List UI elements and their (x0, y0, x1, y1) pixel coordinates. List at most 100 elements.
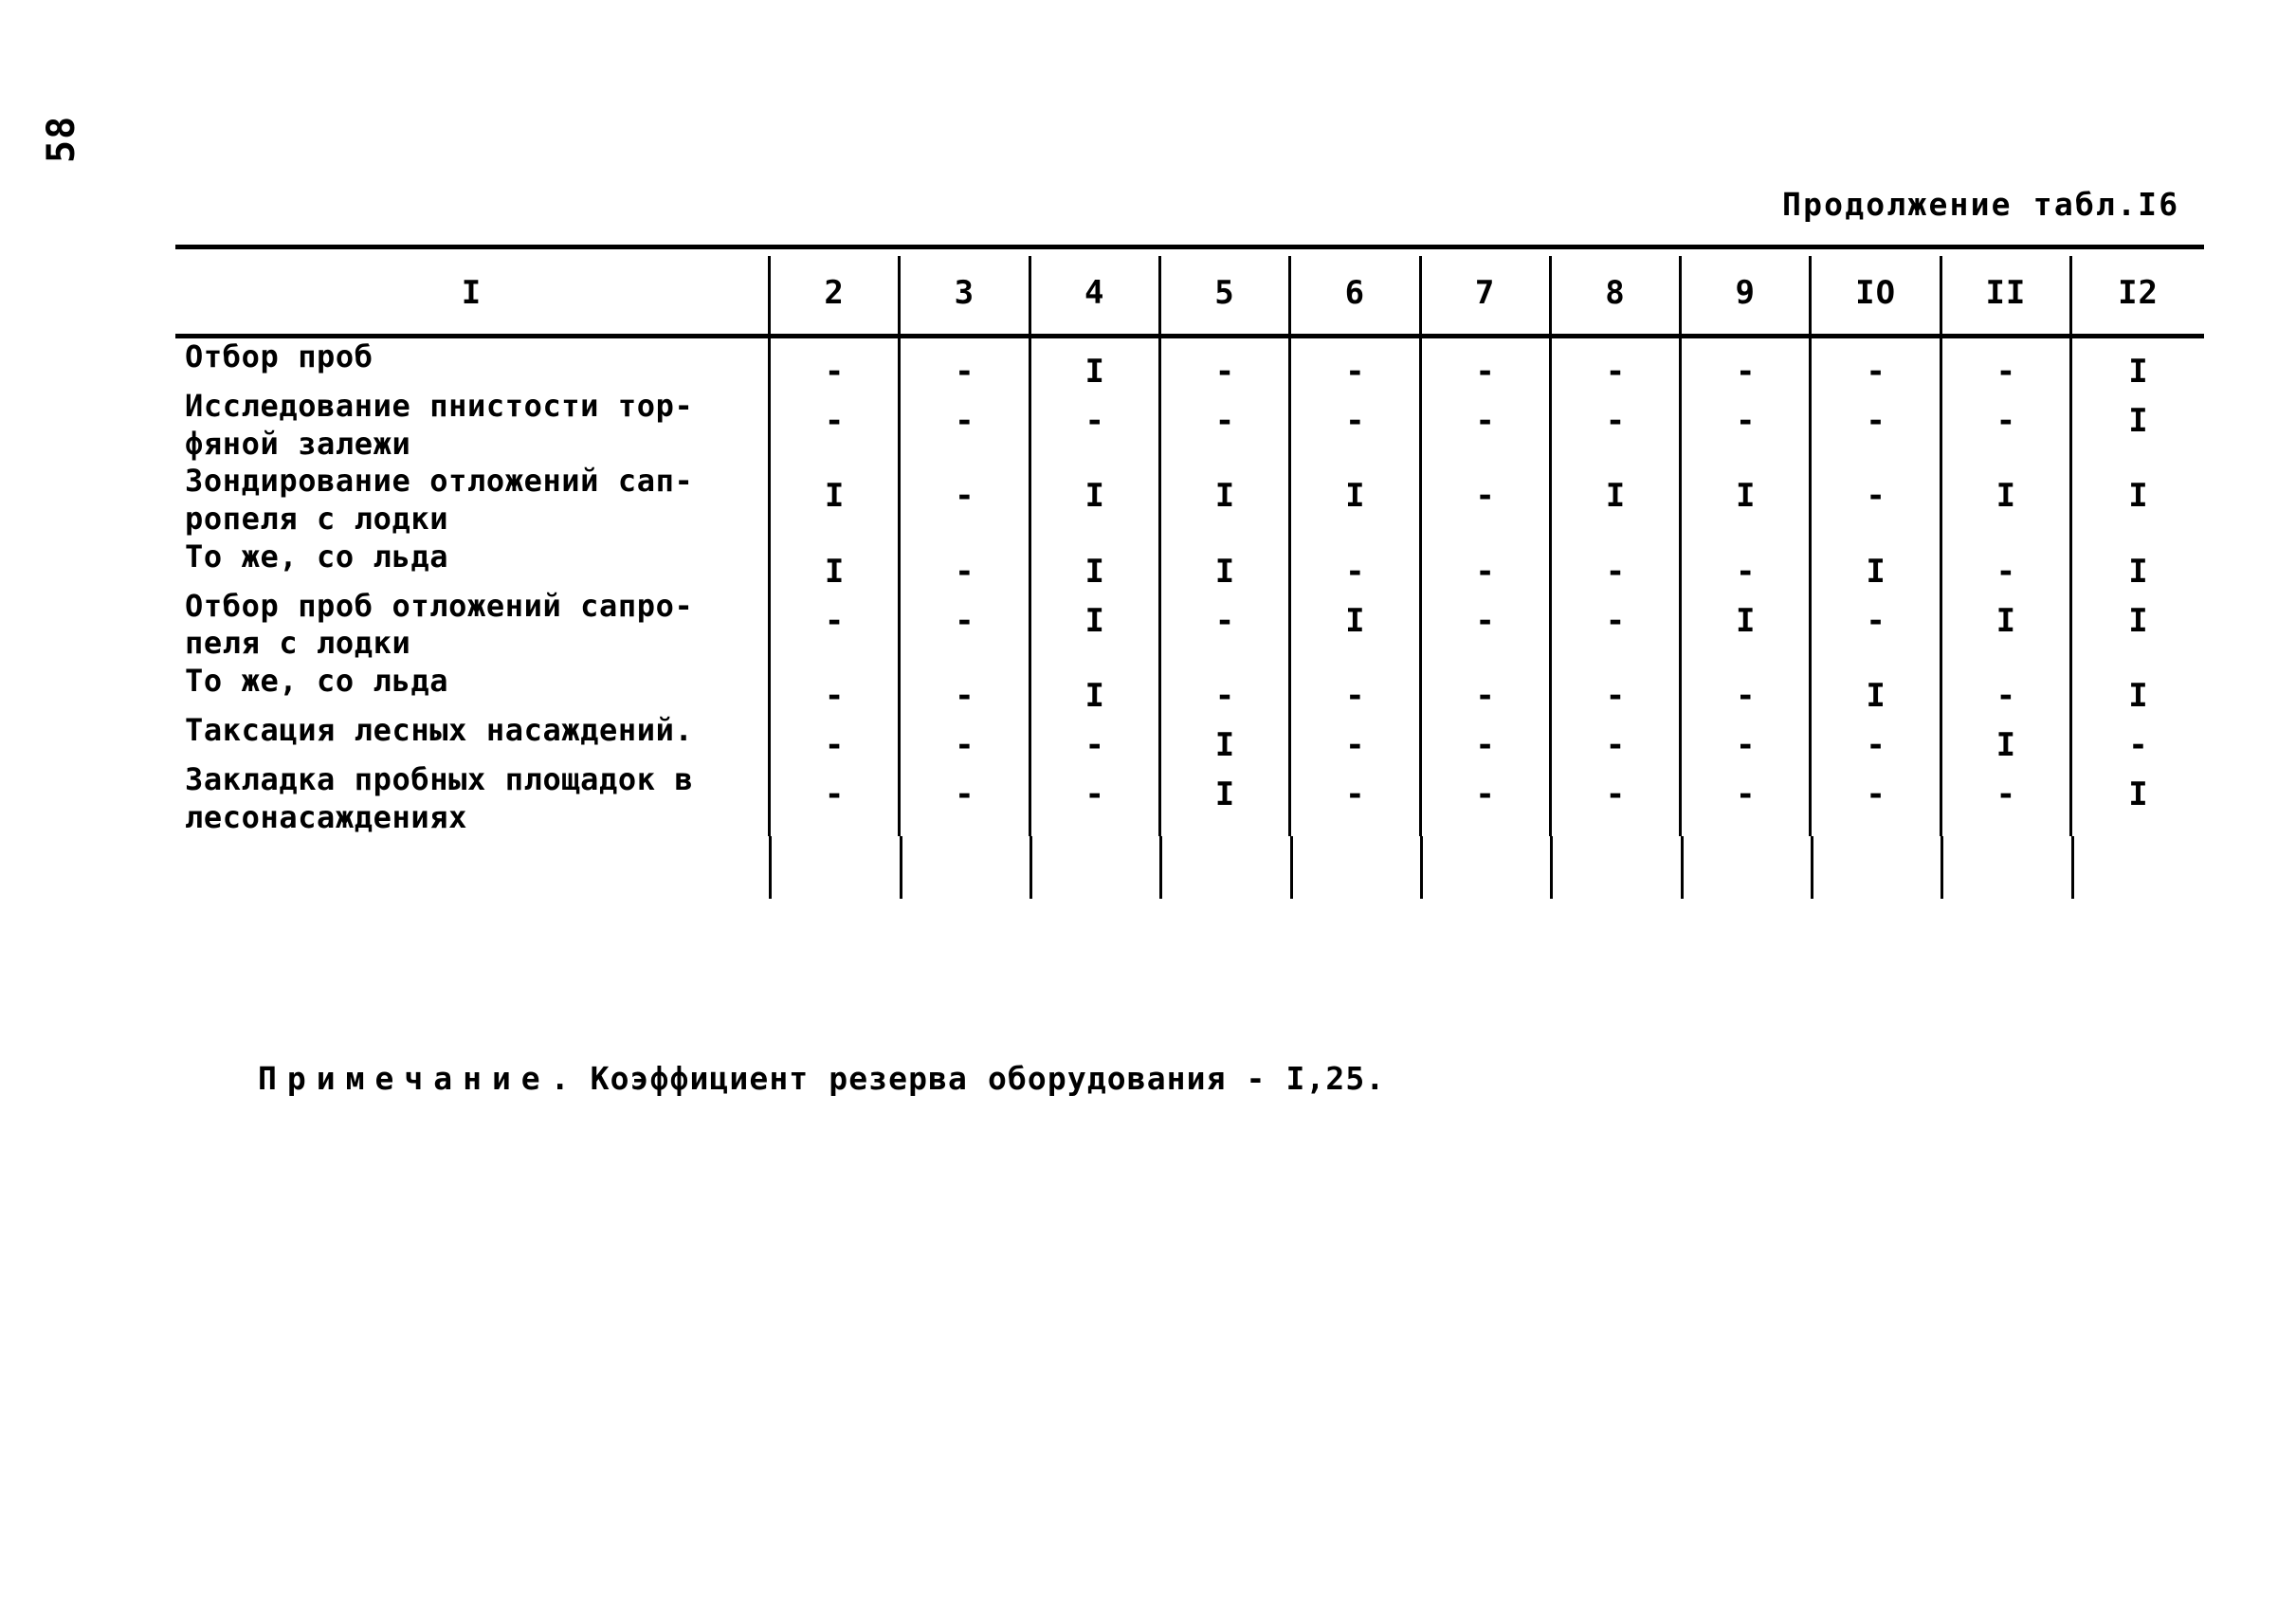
column-header-8: 8 (1548, 256, 1681, 338)
cell-value: I (1084, 477, 1104, 516)
cell-value: I (1866, 552, 1886, 591)
table-cell: - (1288, 336, 1421, 391)
table-cell: I (2069, 463, 2204, 538)
cell-value: I (1736, 477, 1756, 516)
page-number: 58 (40, 115, 83, 163)
cell-value: - (1995, 353, 2016, 391)
table-cell: I (1028, 463, 1160, 538)
cell-value: I (2128, 477, 2148, 516)
table-cell: - (1939, 663, 2071, 713)
cell-value: - (1214, 677, 1235, 716)
table-cell: - (1157, 336, 1290, 391)
column-header-3: 3 (898, 256, 1030, 338)
table-cell: I (2069, 663, 2204, 716)
cell-value: - (1475, 726, 1495, 765)
table-cell: - (1418, 712, 1551, 765)
table-cell: I (1548, 463, 1681, 538)
cell-value: - (1605, 552, 1626, 591)
cell-value: I (1866, 677, 1886, 716)
cell-value: - (1084, 402, 1104, 440)
table-cell: I (2069, 587, 2204, 664)
cell-value: - (1214, 353, 1235, 391)
table-header: I 2 3 4 5 6 7 8 9 IO II I2 (175, 256, 2204, 338)
cell-value: - (1866, 353, 1886, 391)
table-cell: - (1157, 663, 1290, 716)
cell-value: - (1475, 552, 1495, 591)
table-cell: I (1157, 761, 1290, 837)
table-cell: - (767, 712, 900, 765)
table-cell: - (2069, 712, 2204, 762)
cell-value: I (1084, 677, 1104, 716)
table-caption: Продолжение табл.I6 (1782, 186, 2180, 223)
table-cell: I (2069, 538, 2204, 588)
column-header-6: 6 (1288, 256, 1421, 338)
table-cell: I (1028, 538, 1160, 591)
cell-value: - (1866, 601, 1886, 640)
cell-value: I (1345, 477, 1365, 516)
table-row: Закладка пробных площадок в лесонасажден… (175, 761, 2204, 837)
row-label: Закладка пробных площадок в лесонасажден… (185, 761, 694, 835)
cell-value: - (1866, 776, 1886, 814)
cell-value: - (1995, 552, 2016, 591)
table-cell: - (1028, 388, 1160, 464)
column-header-2: 2 (767, 256, 900, 338)
cell-value: - (955, 353, 975, 391)
cell-value: - (1736, 776, 1756, 814)
table-cell: - (1288, 388, 1421, 464)
table-cell: - (1418, 463, 1551, 538)
table-cell: - (1418, 587, 1551, 664)
row-label: То же, со льда (185, 663, 449, 700)
cell-value: I (2128, 677, 2148, 716)
note-text: . Коэффициент резерва оборудования - I,2… (550, 1060, 1386, 1097)
cell-value: I (824, 552, 845, 591)
cell-value: - (1345, 353, 1365, 391)
column-rule (1420, 836, 1424, 900)
table-cell: - (898, 463, 1030, 538)
table-cell: - (767, 388, 900, 464)
cell-value: I (1605, 477, 1626, 516)
table-row: Зондирование отложений сап- ропеля с лод… (175, 463, 2204, 538)
row-label: Исследование пнистости тор- фяной залежи (185, 388, 694, 462)
note-label: Примечание (258, 1060, 551, 1097)
table-cell: - (1679, 538, 1811, 591)
cell-value: I (1345, 601, 1365, 640)
table-top-rule (175, 245, 2204, 249)
cell-value: I (1084, 353, 1104, 391)
cell-value: - (955, 402, 975, 440)
data-table: I 2 3 4 5 6 7 8 9 IO II I2 Отбор проб - - I… (175, 256, 2204, 837)
cell-value: I (1084, 552, 1104, 591)
table-cell: - (1679, 712, 1811, 765)
table-cell: - (1418, 388, 1551, 464)
cell-value: - (1866, 726, 1886, 765)
column-header-7: 7 (1418, 256, 1551, 338)
cell-value: I (1736, 601, 1756, 640)
table-cell: - (1679, 336, 1811, 388)
table-cell: I (1157, 463, 1290, 538)
cell-value: I (2128, 353, 2148, 391)
cell-value: - (1605, 726, 1626, 765)
column-header-10: IO (1809, 256, 1941, 338)
table-row: Таксация лесных насаждений. - - - I - - - - - I - (175, 712, 2204, 765)
cell-value: - (824, 726, 845, 765)
cell-value: - (1345, 776, 1365, 814)
table-cell: - (1157, 587, 1290, 664)
cell-value: - (1345, 402, 1365, 440)
row-label: Отбор проб отложений сапро- пеля с лодки (185, 587, 694, 662)
cell-value: - (824, 353, 845, 391)
cell-value: - (1736, 726, 1756, 765)
table-cell: I (1028, 336, 1160, 391)
cell-value: - (1605, 601, 1626, 640)
table-cell: - (1418, 663, 1551, 713)
cell-value: - (1475, 477, 1495, 516)
column-header-4: 4 (1028, 256, 1160, 338)
table-cell: I (767, 463, 900, 538)
column-rule (1941, 836, 1944, 900)
table-cell: I (767, 538, 900, 591)
table-cell: - (1809, 761, 1941, 837)
column-rule (899, 836, 902, 900)
table-cell: I (1028, 663, 1160, 716)
table-cell: - (898, 587, 1030, 664)
cell-value: - (1736, 552, 1756, 591)
table-cell: I (1288, 587, 1421, 664)
table-cell: - (1418, 761, 1551, 837)
